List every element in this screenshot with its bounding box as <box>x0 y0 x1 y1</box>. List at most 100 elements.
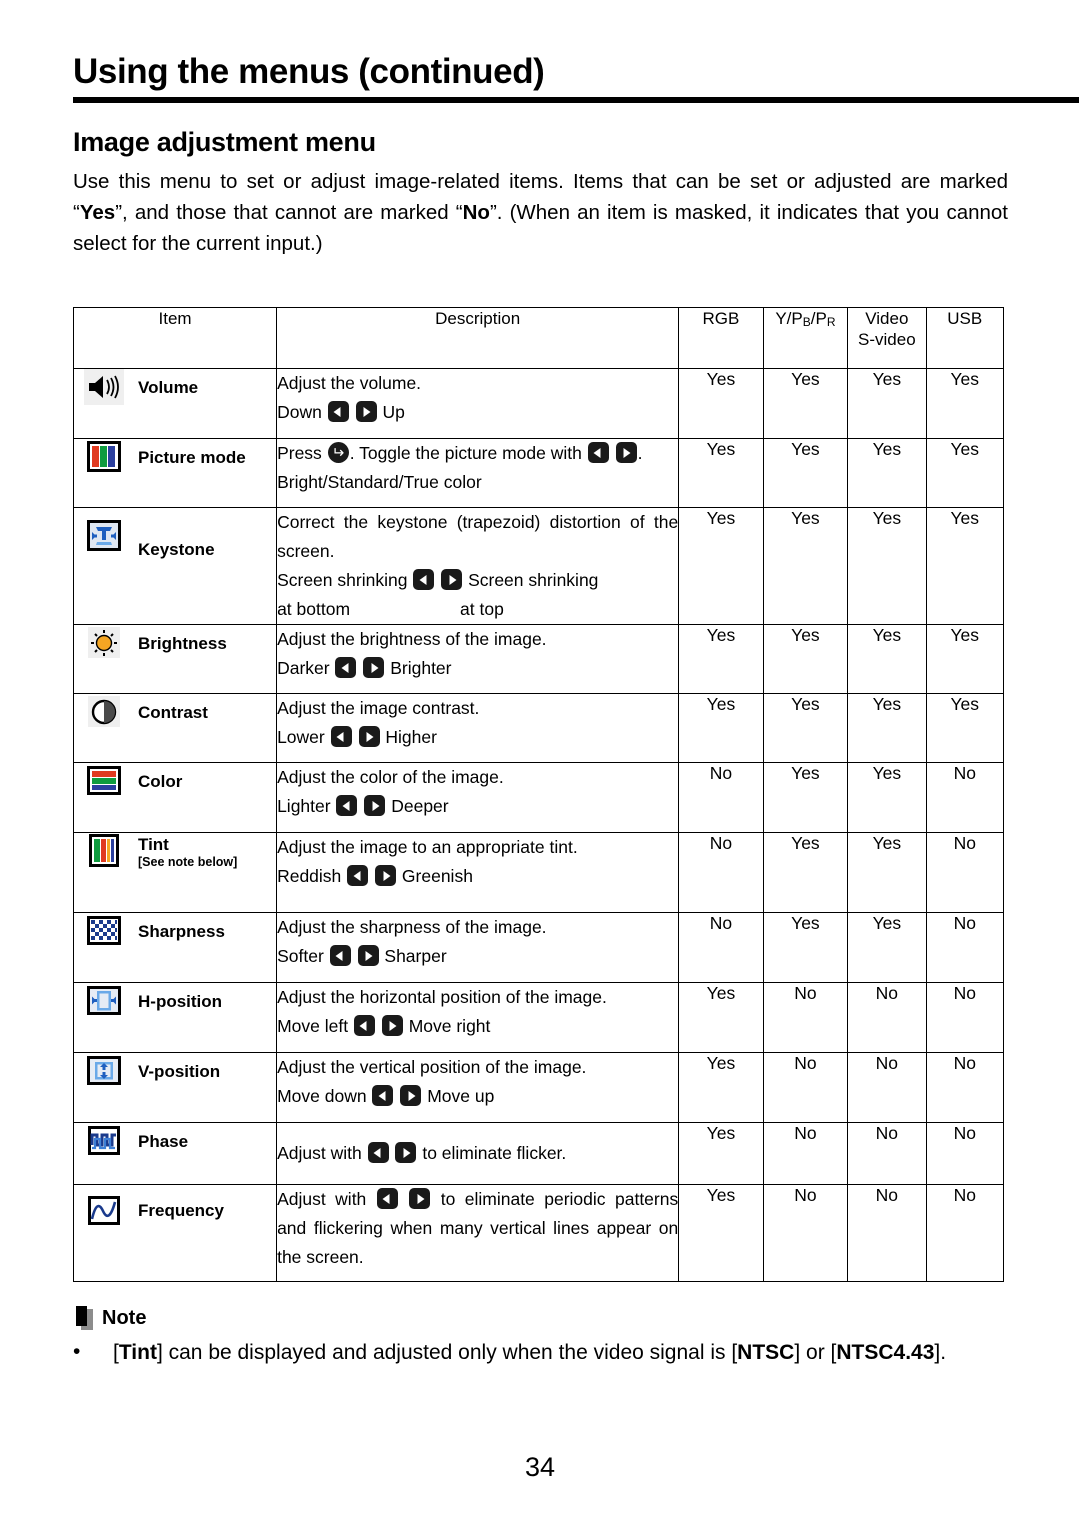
arrow-left-button-icon[interactable] <box>347 865 369 886</box>
desc-line-1: Adjust the vertical position of the imag… <box>277 1057 587 1077</box>
table-row: Keystone Correct the keystone (trapezoid… <box>72 507 1005 625</box>
arrow-right-button-icon[interactable] <box>375 865 397 886</box>
color-icon <box>84 763 124 801</box>
sharpness-icon-svg <box>87 916 121 945</box>
note-text-mid: ] can be displayed and adjusted only whe… <box>156 1341 738 1364</box>
speaker-icon-svg <box>84 369 124 405</box>
arrow-right-button-icon[interactable] <box>363 657 385 678</box>
desc-line-2: Reddish Greenish <box>277 862 678 891</box>
header-video-line2: S-video <box>858 330 916 349</box>
row-item-v-position: V-position <box>72 1052 278 1123</box>
desc-pre: Lighter <box>277 796 331 816</box>
header-ypbpr-y: Y/P <box>775 309 803 328</box>
table-row: Frequency Adjust with to eliminate perio… <box>72 1184 1005 1282</box>
cell-usb: No <box>925 762 1005 833</box>
arrow-left-button-icon[interactable] <box>587 442 609 463</box>
cell-rgb: Yes <box>678 1122 764 1185</box>
note-text-post: ]. <box>934 1341 947 1364</box>
header-divider <box>73 97 1079 103</box>
table-row: Picture mode Press . Toggle the picture … <box>72 438 1005 508</box>
arrow-right-button-icon[interactable] <box>441 569 463 590</box>
item-label: Picture mode <box>138 448 246 467</box>
brightness-icon-svg <box>88 627 120 658</box>
intro-text-2: ”, and those that cannot are marked “ <box>115 201 463 224</box>
cell-ypbpr: No <box>762 1052 849 1123</box>
tint-icon-svg <box>89 834 119 867</box>
cell-video: Yes <box>847 368 927 439</box>
cell-rgb: Yes <box>678 624 764 694</box>
cell-ypbpr: No <box>762 1184 849 1282</box>
note-title: Note <box>102 1306 147 1329</box>
arrow-right-button-icon[interactable] <box>409 1188 431 1209</box>
arrow-right-button-icon[interactable] <box>355 401 377 422</box>
cell-rgb: Yes <box>678 982 764 1053</box>
arrow-right-button-icon[interactable] <box>381 1015 403 1036</box>
cell-rgb: No <box>678 832 764 913</box>
note-body: [Tint] can be displayed and adjusted onl… <box>113 1336 1008 1369</box>
desc-line-1: Adjust the image contrast. <box>277 698 480 718</box>
cell-rgb: No <box>678 912 764 983</box>
desc-post: Move up <box>427 1086 495 1106</box>
arrow-right-button-icon[interactable] <box>615 442 637 463</box>
table-row: Tint [See note below] Adjust the image t… <box>72 832 1005 913</box>
keystone-icon <box>84 518 124 556</box>
arrow-right-button-icon[interactable] <box>400 1085 422 1106</box>
image-adjustment-table: Item Description RGB Y/PB/PR Video S-vide… <box>72 307 1005 1282</box>
enter-button-icon[interactable] <box>327 442 349 463</box>
desc-line-2: Screen shrinking Screen shrinking <box>277 566 678 595</box>
header-video-line1: Video <box>865 309 909 328</box>
arrow-right-button-icon[interactable] <box>358 726 380 747</box>
arrow-left-button-icon[interactable] <box>330 726 352 747</box>
item-label-group: Tint [See note below] <box>138 835 237 870</box>
cell-ypbpr: Yes <box>762 832 849 913</box>
cell-usb: No <box>925 1052 1005 1123</box>
v-position-icon <box>84 1053 124 1091</box>
arrow-left-button-icon[interactable] <box>372 1085 394 1106</box>
item-label: Phase <box>138 1132 189 1151</box>
desc-line-3: at bottom at top <box>277 595 678 624</box>
arrow-left-button-icon[interactable] <box>376 1188 398 1209</box>
row-desc-phase: Adjust with to eliminate flicker. <box>276 1122 680 1185</box>
table-row: H-position Adjust the horizontal positio… <box>72 982 1005 1053</box>
desc-line-2: Move left Move right <box>277 1012 678 1041</box>
desc-pre: Down <box>277 402 322 422</box>
row-desc-volume: Adjust the volume. Down Up <box>276 368 680 439</box>
item-label: Sharpness <box>138 922 225 941</box>
item-label: Tint <box>138 834 169 854</box>
arrow-left-button-icon[interactable] <box>353 1015 375 1036</box>
cell-ypbpr: Yes <box>762 368 849 439</box>
cell-ypbpr: Yes <box>762 438 849 508</box>
arrow-left-button-icon[interactable] <box>413 569 435 590</box>
item-label: Contrast <box>138 703 208 722</box>
cell-ypbpr: No <box>762 1122 849 1185</box>
arrow-left-button-icon[interactable] <box>335 657 357 678</box>
arrow-right-button-icon[interactable] <box>357 945 379 966</box>
arrow-right-button-icon[interactable] <box>364 795 386 816</box>
arrow-right-button-icon[interactable] <box>395 1142 417 1163</box>
row-desc-color: Adjust the color of the image. Lighter D… <box>276 762 680 833</box>
contrast-icon <box>84 694 124 732</box>
desc-post: Higher <box>385 727 437 747</box>
desc-line-1: Adjust the sharpness of the image. <box>277 917 547 937</box>
note-header: Note <box>76 1306 146 1330</box>
row-item-h-position: H-position <box>72 982 278 1053</box>
cell-usb: Yes <box>925 368 1005 439</box>
desc-pre: Reddish <box>277 866 342 886</box>
v-position-icon-svg <box>87 1056 121 1085</box>
row-item-frequency: Frequency <box>72 1184 278 1282</box>
arrow-left-button-icon[interactable] <box>336 795 358 816</box>
arrow-left-button-icon[interactable] <box>327 401 349 422</box>
desc-line-2: Down Up <box>277 398 678 427</box>
cell-video: No <box>847 982 927 1053</box>
table-row: Sharpness Adjust the sharpness of the im… <box>72 912 1005 983</box>
desc-pre: Move down <box>277 1086 367 1106</box>
item-sublabel: [See note below] <box>138 854 238 869</box>
frequency-icon <box>84 1193 124 1231</box>
cell-ypbpr: Yes <box>762 693 849 763</box>
arrow-left-button-icon[interactable] <box>329 945 351 966</box>
arrow-left-button-icon[interactable] <box>367 1142 389 1163</box>
desc-line-1: Adjust with to eliminate flicker. <box>277 1139 678 1168</box>
item-label: H-position <box>138 992 223 1011</box>
table-header-row: Item Description RGB Y/PB/PR Video S-vide… <box>72 307 1005 369</box>
cell-usb: No <box>925 982 1005 1053</box>
